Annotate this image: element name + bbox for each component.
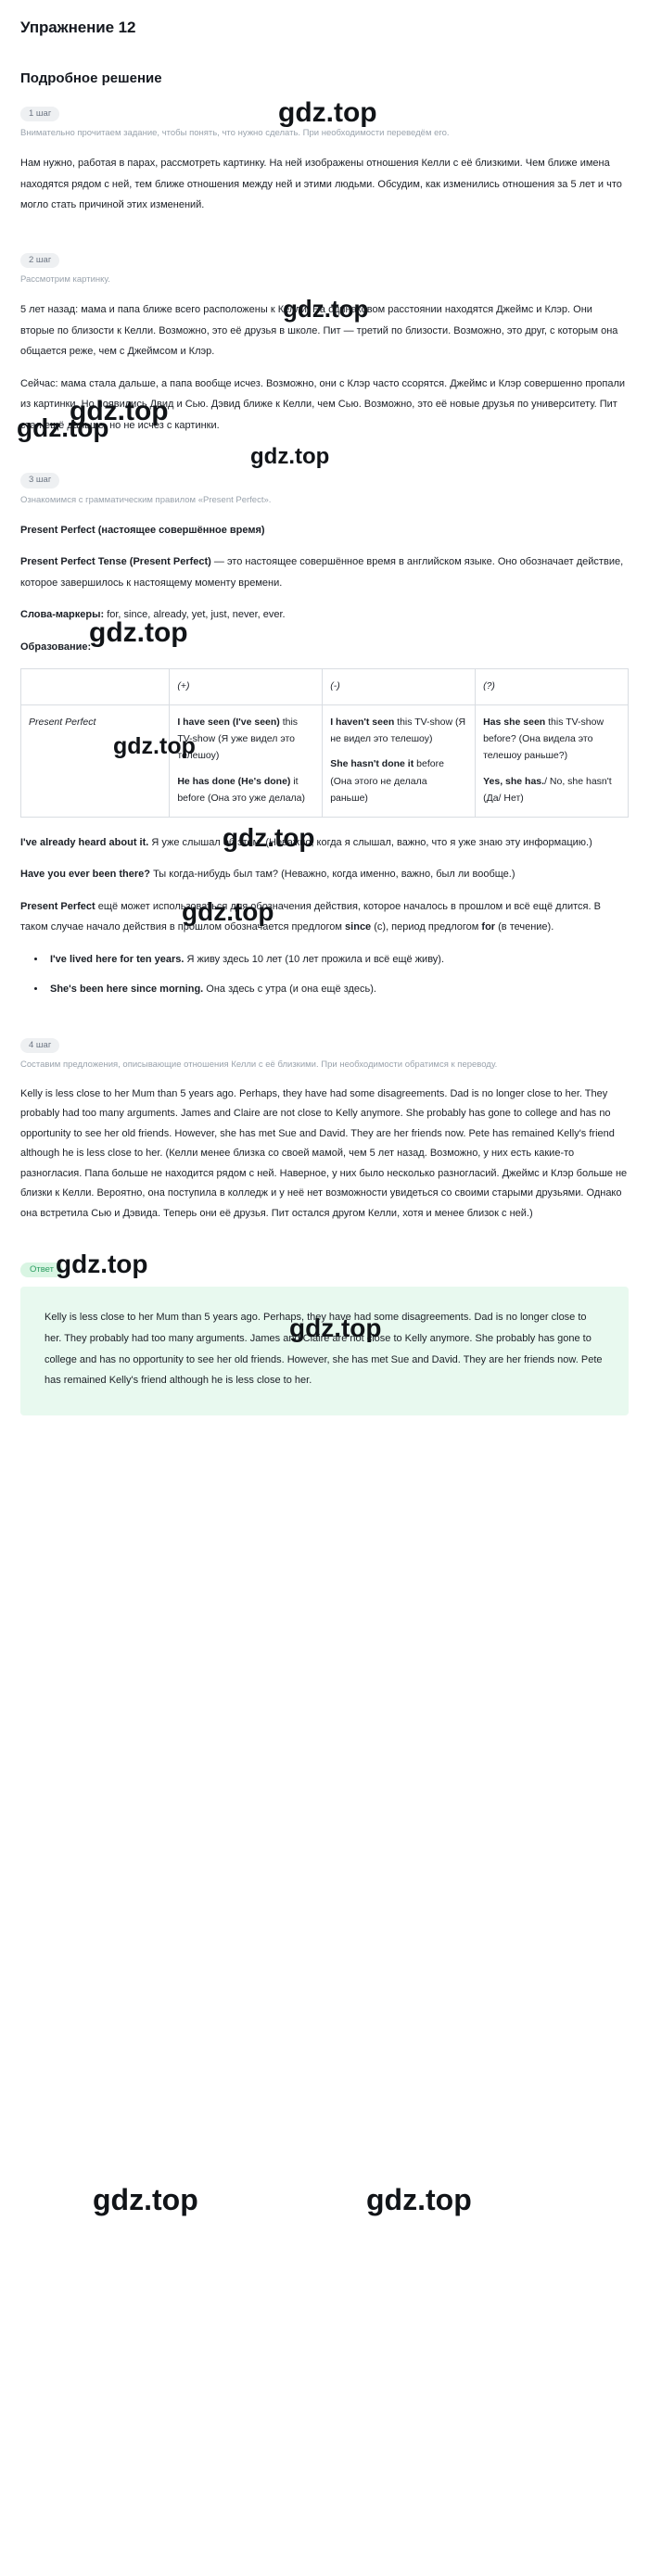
rule-title: Present Perfect (настоящее совершённое в… (20, 520, 629, 541)
example-sentence-2: Have you ever been there? Ты когда-нибуд… (20, 864, 629, 885)
list-item: I've lived here for ten years. Я живу зд… (46, 949, 629, 970)
step-2-paragraph-1: 5 лет назад: мама и папа ближе всего рас… (20, 304, 618, 358)
since-note-text-2: (с), период предлогом (371, 921, 482, 933)
bullet-1-bold: I've lived here for ten years. (50, 953, 185, 965)
section-heading-detailed-solution: Подробное решение (20, 70, 162, 86)
example-2-rest: Ты когда-нибудь был там? (Неважно, когда… (150, 869, 515, 881)
solution-page: Упражнение 12 Подробное решение 1 шаг Вн… (0, 0, 649, 1415)
answer-text: Kelly is less close to her Mum than 5 ye… (45, 1312, 603, 1387)
negative-1-bold: I haven't seen (330, 716, 395, 728)
since-note-text-3: (в течение). (495, 921, 554, 933)
page-title: Упражнение 12 (20, 19, 136, 36)
bullet-1-rest: Я живу здесь 10 лет (10 лет прожила и вс… (184, 953, 445, 965)
rule-title-text: Present Perfect (настоящее совершённое в… (20, 524, 265, 536)
step-note-4: Составим предложения, описывающие отноше… (20, 1060, 498, 1071)
table-row: Present Perfect I have seen (I've seen) … (19, 704, 629, 818)
table-cell-tense-label: Present Perfect (19, 704, 171, 818)
question-2-bold: Yes, she has. (483, 775, 545, 787)
positive-2-bold: He has done (177, 775, 235, 787)
step-note-3: Ознакомимся с грамматическим правилом «P… (20, 494, 272, 505)
bullet-2-rest: Она здесь с утра (и она ещё здесь). (203, 983, 376, 995)
table-header-cell-question: (?) (475, 668, 629, 705)
positive-2-short: (He's done) (235, 775, 291, 787)
formation-label: Образование: (20, 641, 92, 653)
table-header-cell-positive: (+) (169, 668, 324, 705)
watermark-gdz-top: gdz.top (93, 2183, 198, 2216)
table-header-row: (+) (-) (?) (19, 668, 629, 705)
step-2-paragraph-2: Сейчас: мама стала дальше, а папа вообще… (20, 377, 626, 431)
rule-intro-term: Present Perfect Tense (Present Perfect) (20, 556, 211, 568)
formation-label-line: Образование: (20, 637, 629, 658)
table-header-cell-blank (19, 668, 171, 705)
step-1-paragraph-1: Нам нужно, работая в парах, рассмотреть … (20, 158, 622, 211)
question-1-bold: Has she seen (483, 716, 546, 728)
example-1-rest: Я уже слышал об этом. (Неважно, когда я … (148, 836, 592, 848)
step-note-1: Внимательно прочитаем задание, чтобы пон… (20, 128, 450, 139)
rule-intro: Present Perfect Tense (Present Perfect) … (20, 552, 629, 593)
negative-2-bold: She hasn't done it (330, 758, 414, 770)
step-4-paragraph-1: Kelly is less close to her Mum than 5 ye… (20, 1087, 628, 1219)
cell-spacer (330, 747, 467, 755)
table-header-cell-negative: (-) (322, 668, 477, 705)
watermark-gdz-top: gdz.top (366, 2183, 472, 2216)
since-note-lead: Present Perfect (20, 900, 95, 912)
bullet-2-bold: She's been here since morning. (50, 983, 204, 995)
answer-badge: Ответ (20, 1262, 63, 1278)
step-badge-4: 4 шаг (20, 1037, 60, 1054)
cell-spacer (483, 765, 620, 773)
marker-words-label: Слова-маркеры: (20, 609, 105, 621)
for-keyword: for (481, 921, 496, 933)
table-cell-negative: I haven't seen this TV-show (Я не видел … (322, 704, 477, 818)
example-sentence-1: I've already heard about it. Я уже слыша… (20, 832, 629, 854)
marker-words-value: for, since, already, yet, just, never, e… (104, 609, 286, 621)
step-note-2: Рассмотрим картинку. (20, 274, 110, 286)
table-cell-question: Has she seen this TV-show before? (Она в… (475, 704, 629, 818)
marker-words-line: Слова-маркеры: for, since, already, yet,… (20, 604, 629, 626)
step-badge-1: 1 шаг (20, 107, 60, 122)
present-perfect-table: (+) (-) (?) Present Perfect I have seen … (19, 668, 629, 818)
list-item: She's been here since morning. Она здесь… (46, 979, 629, 999)
positive-1-short: (I've seen) (229, 716, 280, 728)
since-keyword: since (345, 921, 372, 933)
example-2-bold: Have you ever been there? (20, 869, 151, 881)
positive-1-bold: I have seen (177, 716, 230, 728)
step-badge-2: 2 шаг (20, 252, 60, 269)
step-badge-3: 3 шаг (20, 473, 60, 489)
example-1-bold: I've already heard about it. (20, 836, 149, 848)
table-cell-positive: I have seen (I've seen) this TV-show (Я … (169, 704, 324, 818)
answer-box: Kelly is less close to her Mum than 5 ye… (20, 1287, 629, 1415)
since-for-note: Present Perfect ещё может использоваться… (20, 896, 629, 938)
since-for-examples-list: I've lived here for ten years. Я живу зд… (20, 949, 629, 999)
cell-spacer (177, 765, 314, 773)
